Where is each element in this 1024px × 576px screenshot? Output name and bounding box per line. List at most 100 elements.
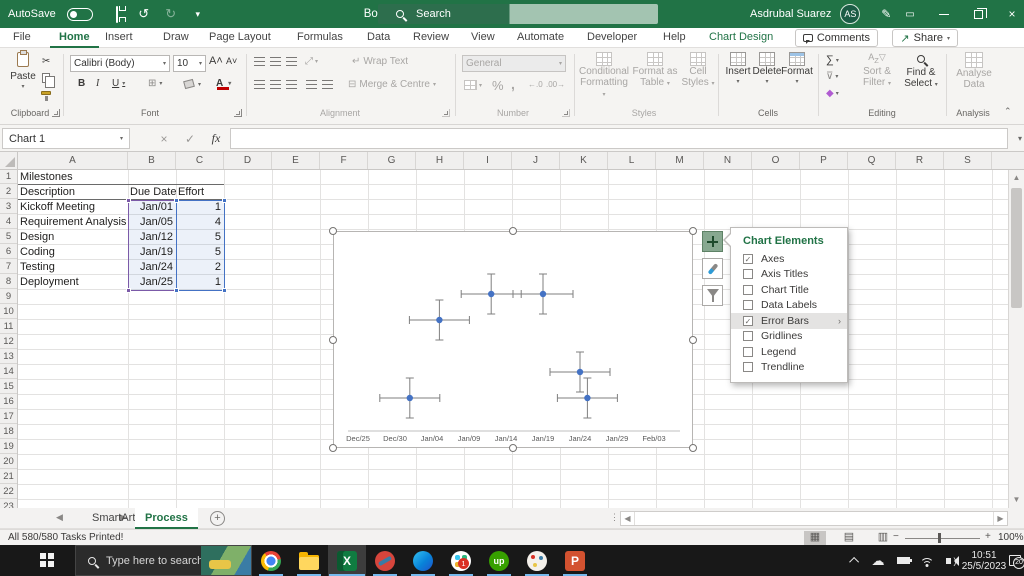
wrap-text-button[interactable]: ↵Wrap Text (352, 56, 408, 67)
battery-icon[interactable] (893, 545, 913, 576)
chart-resize-handle[interactable] (689, 444, 697, 452)
chart-element-trendline[interactable]: Trendline (731, 360, 847, 376)
quick-access-customize-icon[interactable]: ▾ (187, 9, 209, 20)
chart-element-axes[interactable]: ✓Axes (731, 251, 847, 267)
collapse-ribbon-icon[interactable]: ⌃ (1004, 106, 1012, 117)
zoom-in-icon[interactable]: + (985, 531, 991, 542)
zoom-out-icon[interactable]: − (893, 531, 899, 542)
normal-view-icon[interactable]: ▦ (804, 531, 826, 545)
zoom-slider[interactable] (905, 538, 980, 539)
tab-data[interactable]: Data (358, 28, 399, 48)
format-cells-button[interactable]: Format▾ (782, 52, 812, 106)
column-header-r[interactable]: R (896, 152, 944, 169)
column-header-o[interactable]: O (752, 152, 800, 169)
column-header-p[interactable]: P (800, 152, 848, 169)
cell[interactable]: Effort (178, 185, 204, 200)
align-center-icon[interactable] (270, 80, 281, 89)
tab-file[interactable]: File (4, 28, 40, 48)
row-header-8[interactable]: 8 (0, 275, 17, 289)
format-as-table-button[interactable]: Format asTable ▾ (632, 52, 678, 106)
cell-styles-button[interactable]: CellStyles ▾ (680, 52, 716, 106)
checkbox-gridlines[interactable] (743, 331, 753, 341)
row-header-10[interactable]: 10 (0, 305, 17, 319)
expand-formula-bar-icon[interactable]: ▾ (1008, 128, 1024, 149)
alignment-dialog-launcher[interactable] (442, 109, 450, 117)
range-handle[interactable] (222, 198, 227, 203)
column-header-b[interactable]: B (128, 152, 176, 169)
checkbox-legend[interactable] (743, 347, 753, 357)
cell[interactable]: Deployment (20, 275, 79, 290)
taskbar-explorer[interactable] (290, 545, 328, 576)
column-header-s[interactable]: S (944, 152, 992, 169)
enter-formula-icon[interactable]: ✓ (178, 128, 202, 149)
taskbar-remote-app[interactable] (366, 545, 404, 576)
row-header-22[interactable]: 22 (0, 485, 17, 499)
accounting-format-icon[interactable]: ▾ (464, 80, 482, 90)
percent-style-icon[interactable]: % (492, 78, 504, 93)
font-size-select[interactable]: 10▾ (173, 55, 206, 72)
range-handle[interactable] (174, 198, 179, 203)
formula-input[interactable] (230, 128, 1008, 149)
chart-element-legend[interactable]: Legend (731, 344, 847, 360)
tray-chevron-icon[interactable] (845, 545, 865, 576)
cell[interactable]: Jan/25 (128, 275, 173, 290)
row-header-21[interactable]: 21 (0, 470, 17, 484)
chart-resize-handle[interactable] (329, 444, 337, 452)
column-header-d[interactable]: D (224, 152, 272, 169)
cell[interactable]: Requirement Analysis (20, 215, 126, 230)
row-headers[interactable]: 1234567891011121314151617181920212223 (0, 170, 18, 508)
font-dialog-launcher[interactable] (234, 109, 242, 117)
taskbar-edge[interactable] (404, 545, 442, 576)
chart-resize-handle[interactable] (509, 444, 517, 452)
chart-resize-handle[interactable] (689, 227, 697, 235)
tab-formulas[interactable]: Formulas (288, 28, 352, 48)
tab-home[interactable]: Home (50, 28, 99, 48)
conditional-formatting-button[interactable]: ConditionalFormatting ▾ (579, 52, 629, 106)
row-header-14[interactable]: 14 (0, 365, 17, 379)
column-header-f[interactable]: F (320, 152, 368, 169)
page-break-view-icon[interactable]: ▥ (872, 531, 894, 545)
cell[interactable]: Jan/24 (128, 260, 173, 275)
insert-cells-button[interactable]: Insert▾ (724, 52, 752, 106)
row-header-17[interactable]: 17 (0, 410, 17, 424)
number-dialog-launcher[interactable] (562, 109, 570, 117)
column-header-m[interactable]: M (656, 152, 704, 169)
align-bottom-icon[interactable] (286, 57, 297, 66)
cell[interactable]: 5 (176, 230, 221, 245)
row-header-12[interactable]: 12 (0, 335, 17, 349)
checkbox-axis-titles[interactable] (743, 269, 753, 279)
row-header-4[interactable]: 4 (0, 215, 17, 229)
cell[interactable]: 1 (176, 275, 221, 290)
taskbar-search[interactable]: Type here to search (75, 545, 252, 576)
row-header-5[interactable]: 5 (0, 230, 17, 244)
column-header-g[interactable]: G (368, 152, 416, 169)
cell[interactable]: 2 (176, 260, 221, 275)
column-header-a[interactable]: A (18, 152, 128, 169)
checkbox-axes[interactable]: ✓ (743, 254, 753, 264)
checkbox-error-bars[interactable]: ✓ (743, 316, 753, 326)
cell[interactable]: Milestones (20, 170, 73, 185)
tab-draw[interactable]: Draw (154, 28, 198, 48)
avatar[interactable]: AS (840, 4, 860, 24)
align-middle-icon[interactable] (270, 57, 281, 66)
action-center-icon[interactable]: 20 (1006, 545, 1024, 576)
chart-element-error-bars[interactable]: ✓Error Bars› (731, 313, 847, 329)
news-weather-thumbnail[interactable] (201, 546, 251, 575)
range-handle[interactable] (126, 198, 131, 203)
range-handle[interactable] (174, 288, 179, 293)
horizontal-scrollbar[interactable]: ◀ ▶ (620, 511, 1008, 526)
taskbar-upwork[interactable]: up (480, 545, 518, 576)
row-header-19[interactable]: 19 (0, 440, 17, 454)
save-icon[interactable] (106, 7, 128, 22)
row-header-2[interactable]: 2 (0, 185, 17, 199)
chart-resize-handle[interactable] (329, 227, 337, 235)
taskbar-paint[interactable] (518, 545, 556, 576)
start-button[interactable] (40, 553, 54, 567)
cell[interactable]: Jan/01 (128, 200, 173, 215)
find-select-button[interactable]: Find &Select ▾ (900, 52, 942, 106)
fill-button[interactable]: ⊽▾ (826, 71, 838, 82)
tab-help[interactable]: Help (654, 28, 695, 48)
user-name[interactable]: Asdrubal Suarez (750, 8, 831, 20)
submenu-arrow-icon[interactable]: › (838, 316, 841, 326)
paste-button[interactable]: Paste▾ (8, 52, 38, 106)
